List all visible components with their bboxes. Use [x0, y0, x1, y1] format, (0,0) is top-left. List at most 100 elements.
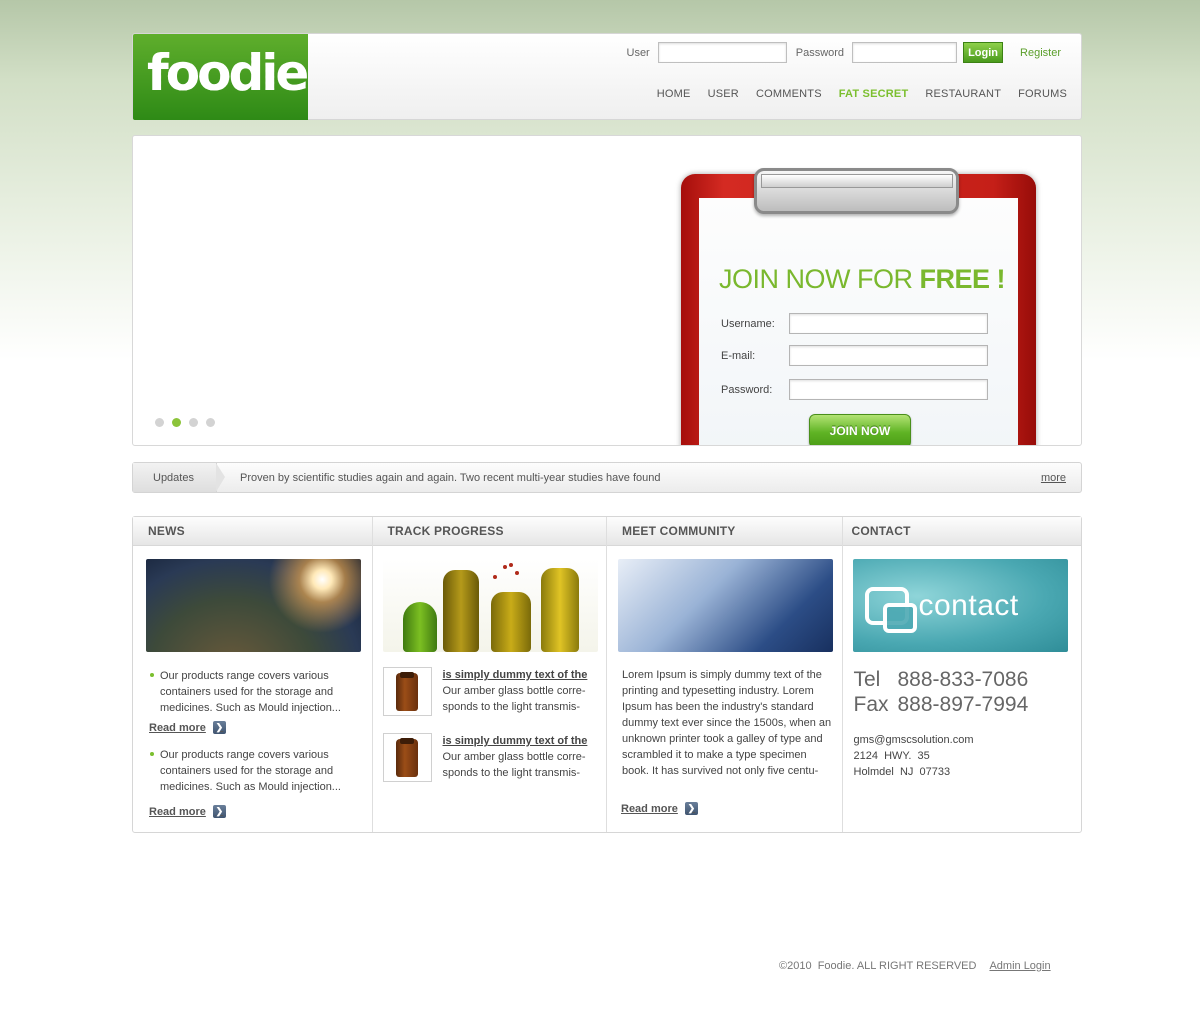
news-item-text: Our products range covers various contai…: [160, 749, 341, 793]
updates-label: Updates: [153, 471, 194, 484]
bullet-icon: [150, 752, 154, 756]
news-item: Our products range covers various contai…: [150, 747, 360, 795]
login-button[interactable]: Login: [963, 42, 1004, 63]
content-columns: NEWS Our products range covers various c…: [132, 516, 1082, 833]
news-column: NEWS Our products range covers various c…: [133, 517, 373, 832]
user-input[interactable]: [657, 42, 787, 63]
contact-banner[interactable]: contact: [852, 559, 1068, 652]
handshake-documents-image: [618, 559, 833, 652]
nav-home[interactable]: HOME: [657, 88, 691, 100]
updates-tab: Updates: [133, 463, 225, 492]
news-item: Our products range covers various contai…: [150, 668, 360, 716]
updates-text: Proven by scientific studies again and a…: [240, 471, 661, 484]
signup-sheet: JOIN NOW FOR FREE ! Username: E-mail: Pa…: [699, 198, 1018, 445]
slider-dot-1[interactable]: [155, 418, 164, 427]
speech-bubbles-icon: [864, 586, 917, 633]
site-header: foodie User Password Login Register HOME…: [132, 33, 1082, 120]
user-label: User: [626, 46, 650, 59]
community-text: Lorem Ipsum is simply dummy text of the …: [622, 669, 832, 777]
slider-dot-4[interactable]: [206, 418, 215, 427]
nav-comments[interactable]: COMMENTS: [756, 88, 822, 100]
username-row: Username:: [721, 313, 988, 334]
read-more-label: Read more: [149, 721, 206, 734]
track-item-body: is simply dummy text of the Our amber gl…: [443, 667, 598, 716]
signup-password-input[interactable]: [789, 379, 988, 400]
track-item-text: Our amber glass bottle corre- sponds to …: [442, 751, 586, 779]
hero-banner: JOIN NOW FOR FREE ! Username: E-mail: Pa…: [132, 135, 1082, 446]
news-read-more-2[interactable]: Read more ❯: [149, 805, 226, 818]
community-read-more[interactable]: Read more ❯: [621, 802, 698, 815]
amber-jar-thumbnail[interactable]: [382, 733, 432, 782]
updates-arrow-icon: [216, 463, 225, 492]
signup-username-input[interactable]: [789, 313, 988, 334]
nav-user[interactable]: USER: [708, 88, 739, 100]
read-more-label: Read more: [149, 805, 206, 818]
track-item: is simply dummy text of the Our amber gl…: [382, 667, 598, 716]
tel-label: Tel: [853, 668, 881, 691]
fax-line: Fax 888-897-7994: [854, 692, 1029, 717]
clipboard-clip-bar: [761, 174, 953, 188]
contact-email[interactable]: gms@gmscsolution.com: [854, 732, 974, 748]
read-more-label: Read more: [621, 802, 678, 815]
address-line-1: 2124 HWY. 35: [853, 750, 930, 762]
signup-email-input[interactable]: [789, 345, 988, 366]
nav-forums[interactable]: FORUMS: [1018, 88, 1067, 100]
fax-number: 888-897-7994: [897, 693, 1029, 716]
news-read-more-1[interactable]: Read more ❯: [149, 721, 226, 734]
phone-block: Tel 888-833-7086 Fax 888-897-7994: [854, 667, 1029, 717]
track-item-title[interactable]: is simply dummy text of the: [443, 667, 598, 683]
track-item-body: is simply dummy text of the Our amber gl…: [443, 733, 598, 782]
nav-fat-secret[interactable]: FAT SECRET: [839, 88, 909, 100]
nav-restaurant[interactable]: RESTAURANT: [925, 88, 1001, 100]
copyright: ©2010 Foodie. ALL RIGHT RESERVED: [779, 960, 977, 972]
address-line-2: Holmdel NJ 07733: [853, 766, 951, 778]
slider-dot-2[interactable]: [172, 418, 181, 427]
username-label: Username:: [721, 317, 775, 330]
track-item-text: Our amber glass bottle corre- sponds to …: [442, 685, 586, 713]
contact-banner-text: contact: [918, 588, 1019, 622]
meet-community-column: MEET COMMUNITY Lorem Ipsum is simply dum…: [607, 517, 843, 832]
join-now-button[interactable]: JOIN NOW: [809, 414, 911, 445]
arrow-right-icon: ❯: [212, 805, 226, 818]
amber-jar-icon: [396, 671, 418, 711]
meet-community-heading: MEET COMMUNITY: [607, 517, 842, 546]
red-berries: [502, 565, 507, 569]
logo[interactable]: foodie: [133, 34, 309, 120]
bottles-image: [382, 559, 598, 652]
login-form: User Password Login Register: [626, 42, 1061, 63]
join-title: JOIN NOW FOR FREE !: [719, 264, 1005, 295]
admin-login-link[interactable]: Admin Login: [989, 960, 1050, 972]
email-row: E-mail:: [721, 345, 988, 366]
slider-dots: [155, 418, 223, 427]
amber-jar-thumbnail[interactable]: [382, 667, 432, 716]
register-link[interactable]: Register: [1020, 47, 1061, 59]
signup-clipboard: JOIN NOW FOR FREE ! Username: E-mail: Pa…: [681, 168, 1036, 445]
tel-number: 888-833-7086: [897, 668, 1029, 691]
olive-bottle: [442, 570, 479, 652]
arrow-right-icon: ❯: [684, 802, 698, 815]
join-title-free: FREE !: [919, 264, 1005, 294]
news-earth-image: [146, 559, 361, 652]
news-heading: NEWS: [133, 517, 372, 546]
updates-bar: Updates Proven by scientific studies aga…: [132, 462, 1082, 493]
contact-column: CONTACT contact Tel 888-833-7086 Fax 888-8…: [842, 517, 1081, 832]
address-block: gms@gmscsolution.com 2124 HWY. 35 Holmde…: [854, 732, 974, 780]
main-nav: HOME USER COMMENTS FAT SECRET RESTAURANT…: [657, 88, 1067, 100]
logo-text: foodie: [147, 44, 309, 102]
track-item: is simply dummy text of the Our amber gl…: [382, 733, 598, 782]
signup-password-label: Password:: [721, 383, 773, 396]
contact-heading: CONTACT: [842, 517, 1081, 546]
track-item-title[interactable]: is simply dummy text of the: [443, 733, 598, 749]
password-input[interactable]: [852, 42, 958, 63]
join-title-prefix: JOIN NOW FOR: [719, 264, 920, 294]
arrow-right-icon: ❯: [212, 721, 226, 734]
fax-label: Fax: [853, 693, 889, 716]
updates-more-link[interactable]: more: [1041, 472, 1066, 484]
slider-dot-3[interactable]: [189, 418, 198, 427]
bullet-icon: [150, 673, 154, 677]
footer: ©2010 Foodie. ALL RIGHT RESERVED Admin L…: [779, 960, 1051, 972]
email-label: E-mail:: [721, 349, 756, 362]
yellow-bottle: [540, 568, 579, 652]
green-bottle: [402, 602, 437, 652]
password-label: Password: [795, 46, 845, 59]
